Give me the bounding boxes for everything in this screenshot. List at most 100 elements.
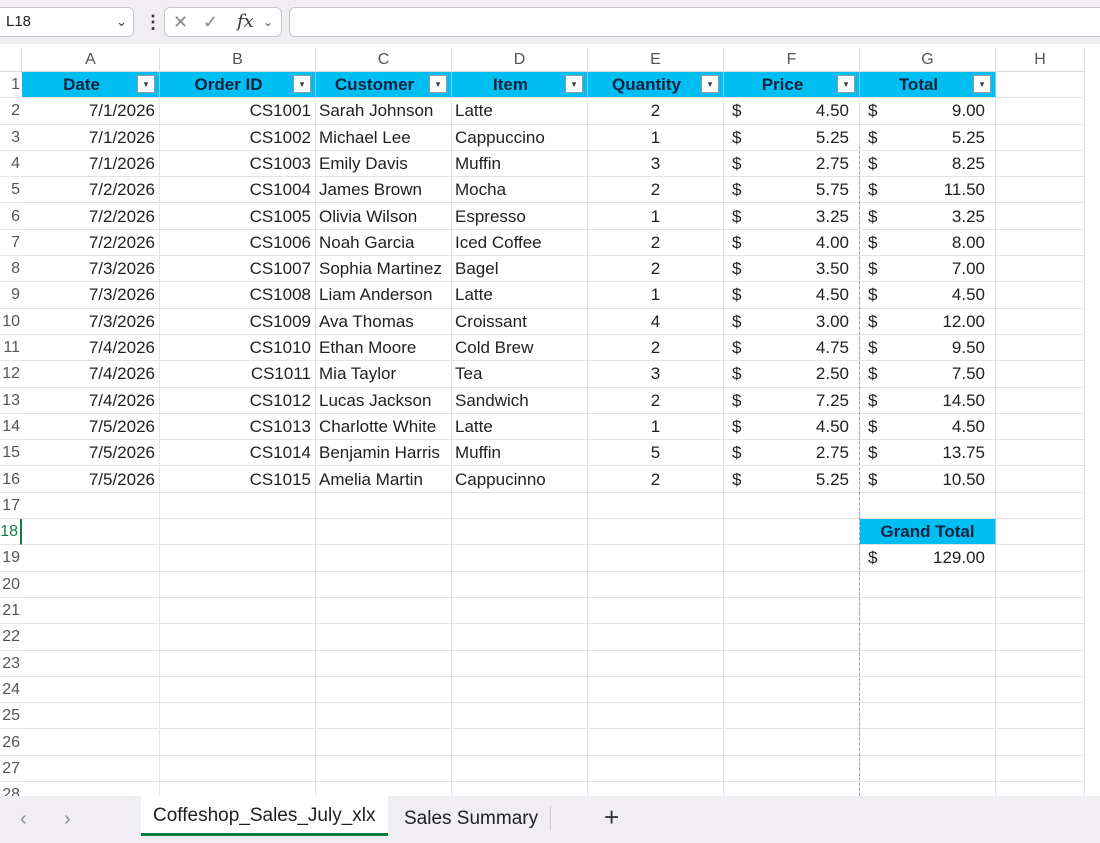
grid-cell[interactable]	[22, 598, 160, 625]
grid-cell[interactable]	[452, 545, 588, 572]
table-cell-customer[interactable]: James Brown	[316, 177, 452, 204]
table-cell-date[interactable]: 7/2/2026	[22, 203, 160, 230]
row-header[interactable]: 19	[0, 545, 22, 572]
table-cell-total[interactable]: $7.00	[860, 256, 996, 283]
name-box[interactable]: L18 ⌄	[0, 7, 134, 37]
table-cell-quantity[interactable]: 1	[588, 203, 724, 230]
table-cell-price[interactable]: $5.75	[724, 177, 860, 204]
table-cell-order-id[interactable]: CS1001	[160, 98, 316, 125]
grid-cell[interactable]	[588, 676, 724, 704]
table-cell-item[interactable]: Mocha	[452, 177, 588, 204]
table-cell-total[interactable]: $10.50	[860, 466, 996, 493]
grid-cell[interactable]	[588, 782, 724, 796]
grid-cell[interactable]	[996, 308, 1085, 335]
close-icon[interactable]: ✕	[173, 8, 188, 36]
table-cell-item[interactable]: Latte	[452, 413, 588, 441]
filter-dropdown-icon[interactable]: ▾	[973, 75, 991, 93]
table-cell-order-id[interactable]: CS1003	[160, 150, 316, 178]
table-cell-price[interactable]: $3.00	[724, 308, 860, 335]
table-cell-price[interactable]: $4.50	[724, 413, 860, 441]
grid-cell[interactable]	[452, 703, 588, 730]
table-cell-order-id[interactable]: CS1013	[160, 413, 316, 441]
grid-cell[interactable]	[22, 676, 160, 704]
grid-cell[interactable]	[996, 282, 1085, 309]
scroll-tabs-right-icon[interactable]: ›	[64, 804, 71, 834]
table-cell-price[interactable]: $7.25	[724, 387, 860, 414]
table-cell-quantity[interactable]: 2	[588, 466, 724, 493]
table-cell-date[interactable]: 7/2/2026	[22, 177, 160, 204]
filter-dropdown-icon[interactable]: ▾	[837, 75, 855, 93]
table-cell-date[interactable]: 7/4/2026	[22, 335, 160, 362]
table-cell-quantity[interactable]: 1	[588, 282, 724, 309]
grid-cell[interactable]	[316, 782, 452, 796]
grid-cell[interactable]	[724, 782, 860, 796]
table-cell-total[interactable]: $11.50	[860, 177, 996, 204]
grid-cell[interactable]	[860, 624, 996, 651]
grid-cell[interactable]	[996, 624, 1085, 651]
grid-cell[interactable]	[996, 545, 1085, 572]
table-cell-customer[interactable]: Sarah Johnson	[316, 98, 452, 125]
grid-cell[interactable]	[724, 650, 860, 677]
grid-cell[interactable]	[724, 598, 860, 625]
grid-cell[interactable]	[996, 755, 1085, 783]
grid-cell[interactable]	[996, 492, 1085, 520]
grid-cell[interactable]	[996, 703, 1085, 730]
grid-cell[interactable]	[860, 782, 996, 796]
table-cell-item[interactable]: Cappucinno	[452, 466, 588, 493]
row-header[interactable]: 20	[0, 572, 22, 598]
grid-cell[interactable]	[860, 729, 996, 756]
grid-cell[interactable]	[996, 124, 1085, 151]
grid-cell[interactable]	[22, 755, 160, 783]
filter-dropdown-icon[interactable]: ▾	[565, 75, 583, 93]
grid-cell[interactable]	[724, 492, 860, 520]
grid-cell[interactable]	[860, 598, 996, 625]
row-header[interactable]: 24	[0, 677, 22, 704]
grid-cell[interactable]	[996, 519, 1085, 546]
table-cell-order-id[interactable]: CS1010	[160, 335, 316, 362]
grid-cell[interactable]	[996, 650, 1085, 677]
table-cell-total[interactable]: $7.50	[860, 361, 996, 388]
grid-cell[interactable]	[588, 729, 724, 756]
grid-cell[interactable]	[22, 782, 160, 796]
chevron-down-icon[interactable]: ⌄	[116, 8, 127, 36]
grid-cell[interactable]	[860, 492, 996, 520]
table-cell-item[interactable]: Cold Brew	[452, 335, 588, 362]
row-header[interactable]: 25	[0, 703, 22, 730]
table-cell-date[interactable]: 7/5/2026	[22, 440, 160, 467]
row-header[interactable]: 12	[0, 361, 22, 388]
row-header[interactable]: 17	[0, 493, 22, 520]
grand-total-value[interactable]: $129.00	[860, 545, 996, 572]
grid-cell[interactable]	[996, 729, 1085, 756]
table-cell-price[interactable]: $3.50	[724, 256, 860, 283]
formula-input[interactable]	[289, 7, 1100, 37]
grid-cell[interactable]	[452, 676, 588, 704]
table-cell-date[interactable]: 7/2/2026	[22, 229, 160, 257]
row-header[interactable]: 11	[0, 335, 22, 362]
row-header[interactable]: 28	[0, 782, 22, 796]
row-header[interactable]: 14	[0, 414, 22, 441]
row-header[interactable]: 22	[0, 624, 22, 651]
grid-cell[interactable]	[724, 703, 860, 730]
table-cell-total[interactable]: $3.25	[860, 203, 996, 230]
grid-cell[interactable]	[452, 519, 588, 546]
table-cell-price[interactable]: $5.25	[724, 124, 860, 151]
grid-cell[interactable]	[22, 650, 160, 677]
table-cell-date[interactable]: 7/1/2026	[22, 150, 160, 178]
column-header[interactable]: D	[452, 48, 588, 72]
row-header[interactable]: 7	[0, 230, 22, 257]
table-cell-quantity[interactable]: 3	[588, 361, 724, 388]
grid-cell[interactable]	[22, 729, 160, 756]
table-cell-customer[interactable]: Ava Thomas	[316, 308, 452, 335]
table-cell-order-id[interactable]: CS1007	[160, 256, 316, 283]
grid-cell[interactable]	[996, 256, 1085, 283]
table-cell-date[interactable]: 7/3/2026	[22, 308, 160, 335]
column-header[interactable]: F	[724, 48, 860, 72]
grid-cell[interactable]	[588, 703, 724, 730]
table-cell-quantity[interactable]: 2	[588, 229, 724, 257]
grid-cell[interactable]	[724, 624, 860, 651]
table-cell-date[interactable]: 7/3/2026	[22, 282, 160, 309]
table-cell-order-id[interactable]: CS1015	[160, 466, 316, 493]
grid-cell[interactable]	[316, 492, 452, 520]
row-header[interactable]: 9	[0, 282, 22, 309]
grid-cell[interactable]	[996, 150, 1085, 178]
